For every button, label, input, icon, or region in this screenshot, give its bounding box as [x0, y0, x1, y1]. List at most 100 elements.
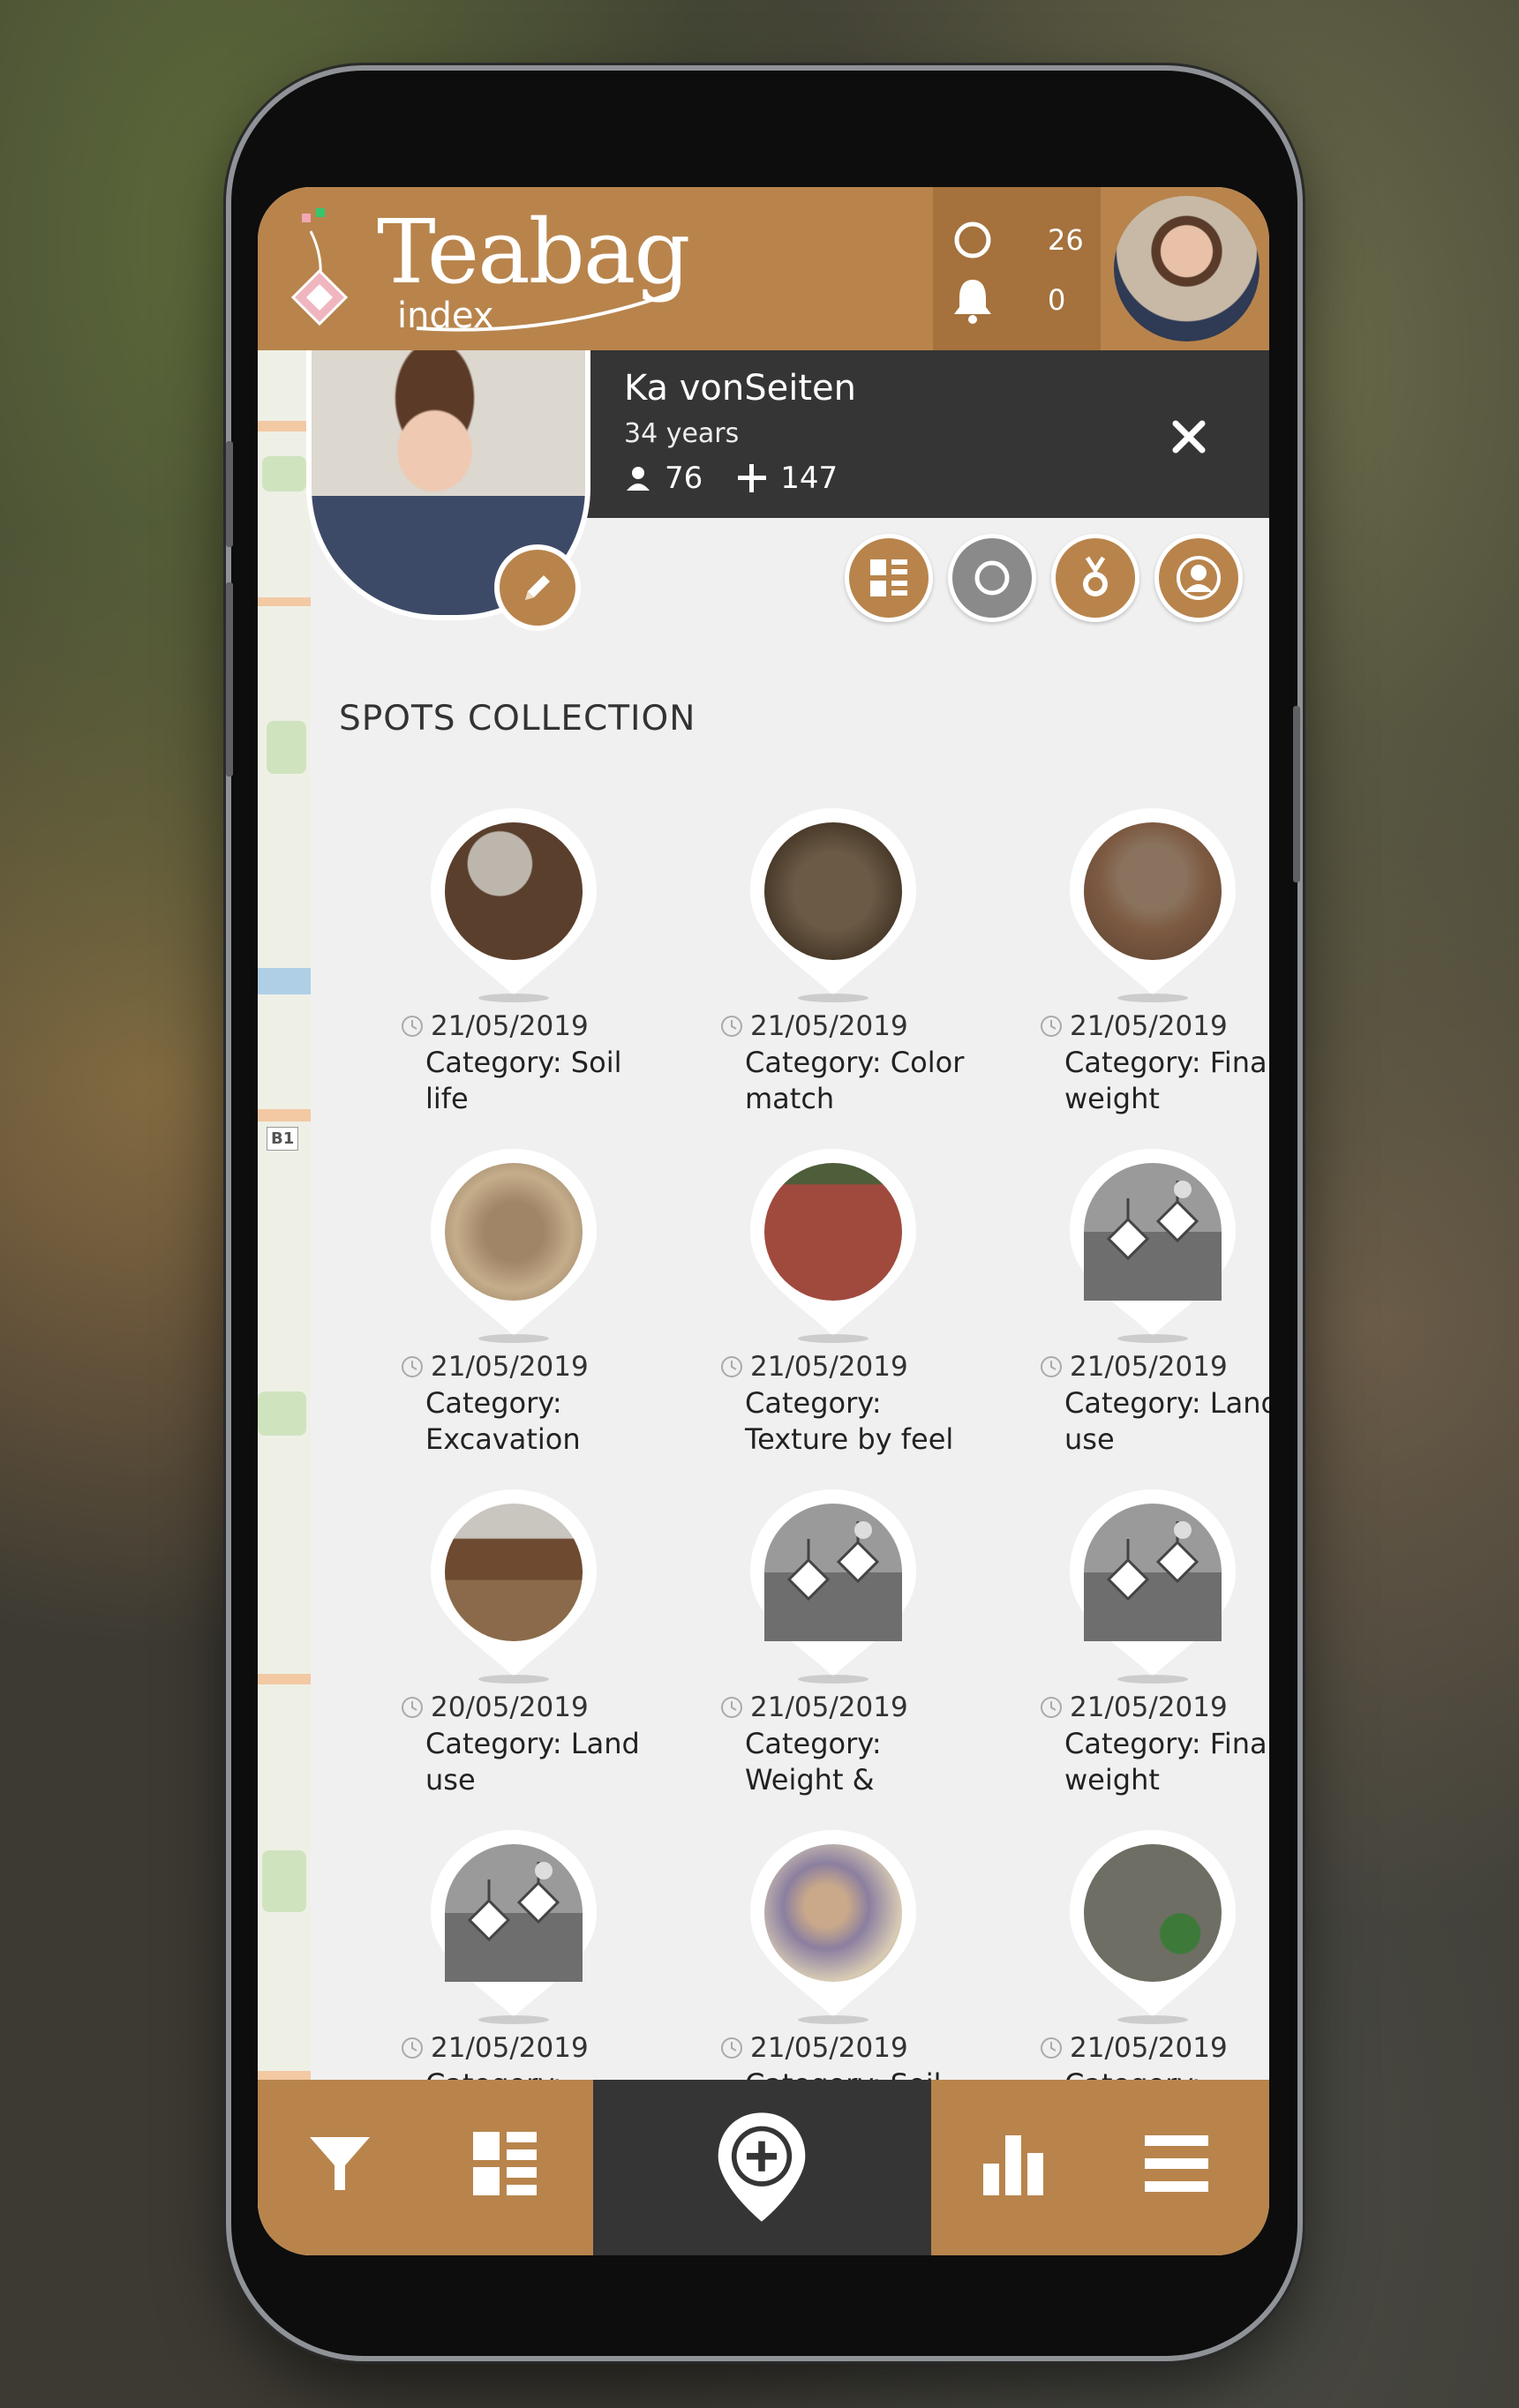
section-title: SPOTS COLLECTION [339, 699, 696, 739]
profile-name: Ka vonSeiten [624, 368, 857, 409]
spot-date: 21/05/2019 [431, 2032, 589, 2064]
teabag-counter[interactable]: 26 [951, 214, 1092, 266]
spot-thumbnail [445, 822, 583, 960]
teabag-filter-button[interactable] [948, 534, 1036, 622]
spot-pin[interactable] [427, 1827, 600, 2021]
spot-date-row: 20/05/2019 [401, 1692, 589, 1723]
spot-pin[interactable] [747, 1145, 920, 1339]
app-header: Teabag index 26 0 [258, 187, 1269, 350]
logo-swoosh [417, 291, 673, 332]
spot-pin[interactable] [1066, 1145, 1239, 1339]
spot-date-row: 21/05/2019 [1040, 1692, 1228, 1723]
header-counters: 26 0 [933, 187, 1101, 350]
notification-counter[interactable]: 0 [951, 274, 1092, 326]
spot-pin[interactable] [1066, 805, 1239, 999]
menu-button[interactable] [1128, 2115, 1225, 2212]
person-icon [627, 467, 650, 491]
spot-card[interactable]: 21/05/2019 Category: Final weight [1003, 1486, 1269, 1821]
pin-shadow [798, 1334, 869, 1343]
phone-volume-button [226, 582, 233, 776]
spot-category: Category: Color match [745, 1046, 965, 1115]
notification-count: 0 [1048, 283, 1066, 317]
pin-shadow [478, 2015, 549, 2024]
spot-pin[interactable] [427, 805, 600, 999]
spot-card[interactable]: 21/05/2019 Category: Final weight [1003, 805, 1269, 1140]
followers-count: 76 [665, 461, 703, 496]
spot-date: 21/05/2019 [431, 1010, 589, 1042]
spot-pin[interactable] [747, 805, 920, 999]
spot-card[interactable]: 21/05/2019 Category: Texture by feel [683, 1145, 983, 1481]
spot-card[interactable]: 21/05/2019 Category: Soil life [364, 805, 664, 1140]
clock-icon [1041, 1356, 1062, 1377]
clock-icon [721, 1356, 742, 1377]
spot-date: 21/05/2019 [1070, 1351, 1228, 1383]
spot-category: Category: Final weight [1064, 1046, 1269, 1115]
bottom-navigation [258, 2080, 1269, 2255]
filter-button[interactable] [291, 2115, 388, 2212]
spot-category: Category: Land use [425, 1727, 640, 1797]
spot-card[interactable]: 21/05/2019 Category: Color match [683, 805, 983, 1140]
clock-icon [1041, 2037, 1062, 2059]
spot-pin[interactable] [427, 1145, 600, 1339]
close-icon [1172, 420, 1206, 454]
map-pin-icon [1070, 1489, 1236, 1677]
spot-pin[interactable] [747, 1827, 920, 2021]
statistics-button[interactable] [965, 2115, 1062, 2212]
clock-icon [721, 2037, 742, 2059]
spot-date-row: 21/05/2019 [1040, 2032, 1228, 2064]
achievements-button[interactable] [1051, 534, 1139, 622]
map-road-label: B1 [267, 1127, 299, 1151]
clock-icon [402, 1356, 423, 1377]
spot-date-row: 21/05/2019 [401, 1010, 589, 1042]
spot-category: Category: Soil life [425, 1046, 622, 1115]
spot-pin[interactable] [1066, 1827, 1239, 2021]
spot-thumbnail [445, 1163, 583, 1301]
spot-date-row: 21/05/2019 [401, 1351, 589, 1383]
spot-date: 21/05/2019 [750, 1692, 908, 1723]
header-avatar[interactable] [1114, 196, 1260, 341]
pin-shadow [1117, 1675, 1188, 1684]
list-view-button[interactable] [845, 534, 933, 622]
spot-pin[interactable] [427, 1486, 600, 1680]
teabag-ring-icon [974, 560, 1010, 596]
spot-date-row: 21/05/2019 [1040, 1351, 1228, 1383]
spot-date: 21/05/2019 [431, 1351, 589, 1383]
edit-profile-button[interactable] [494, 544, 581, 631]
pin-shadow [478, 994, 549, 1002]
list-view-nav-button[interactable] [456, 2115, 553, 2212]
spot-date-row: 21/05/2019 [720, 1351, 908, 1383]
medal-icon [1083, 556, 1108, 596]
bar-chart-icon [983, 2135, 1043, 2195]
spot-card[interactable]: 20/05/2019 Category: Land use [364, 1486, 664, 1821]
filter-icon [310, 2137, 370, 2190]
phone-volume-button [226, 441, 233, 547]
map-background[interactable] [258, 350, 311, 2255]
spot-date-row: 21/05/2019 [1040, 1010, 1228, 1042]
phone-side-button [1293, 706, 1300, 882]
spot-date-row: 21/05/2019 [401, 2032, 589, 2064]
spot-date: 21/05/2019 [1070, 1692, 1228, 1723]
spot-pin[interactable] [747, 1486, 920, 1680]
spot-card[interactable]: 21/05/2019 Category: Weight & [683, 1486, 983, 1821]
clock-icon [721, 1697, 742, 1718]
spot-category: Category: Final weight [1064, 1727, 1269, 1797]
clock-icon [402, 1016, 423, 1037]
spot-card[interactable]: 21/05/2019 Category: Land use [1003, 1145, 1269, 1481]
add-spot-button[interactable] [713, 2106, 810, 2230]
spot-thumbnail [445, 1504, 583, 1641]
spot-pin[interactable] [1066, 1486, 1239, 1680]
spot-date: 21/05/2019 [750, 1351, 908, 1383]
profile-age: 34 years [624, 418, 740, 449]
pin-shadow [478, 1334, 549, 1343]
close-profile-button[interactable] [1167, 415, 1211, 459]
spot-thumbnail [764, 822, 902, 960]
spot-date: 21/05/2019 [1070, 1010, 1228, 1042]
add-location-icon [718, 2112, 806, 2222]
pin-shadow [478, 1675, 549, 1684]
teabag-count: 26 [1048, 223, 1084, 257]
profile-button[interactable] [1154, 534, 1243, 622]
teabag-index-logo[interactable]: Teabag index [284, 196, 690, 350]
user-icon [1177, 556, 1221, 600]
hamburger-menu-icon [1145, 2135, 1208, 2192]
spot-card[interactable]: 21/05/2019 Category: Excavation [364, 1145, 664, 1481]
